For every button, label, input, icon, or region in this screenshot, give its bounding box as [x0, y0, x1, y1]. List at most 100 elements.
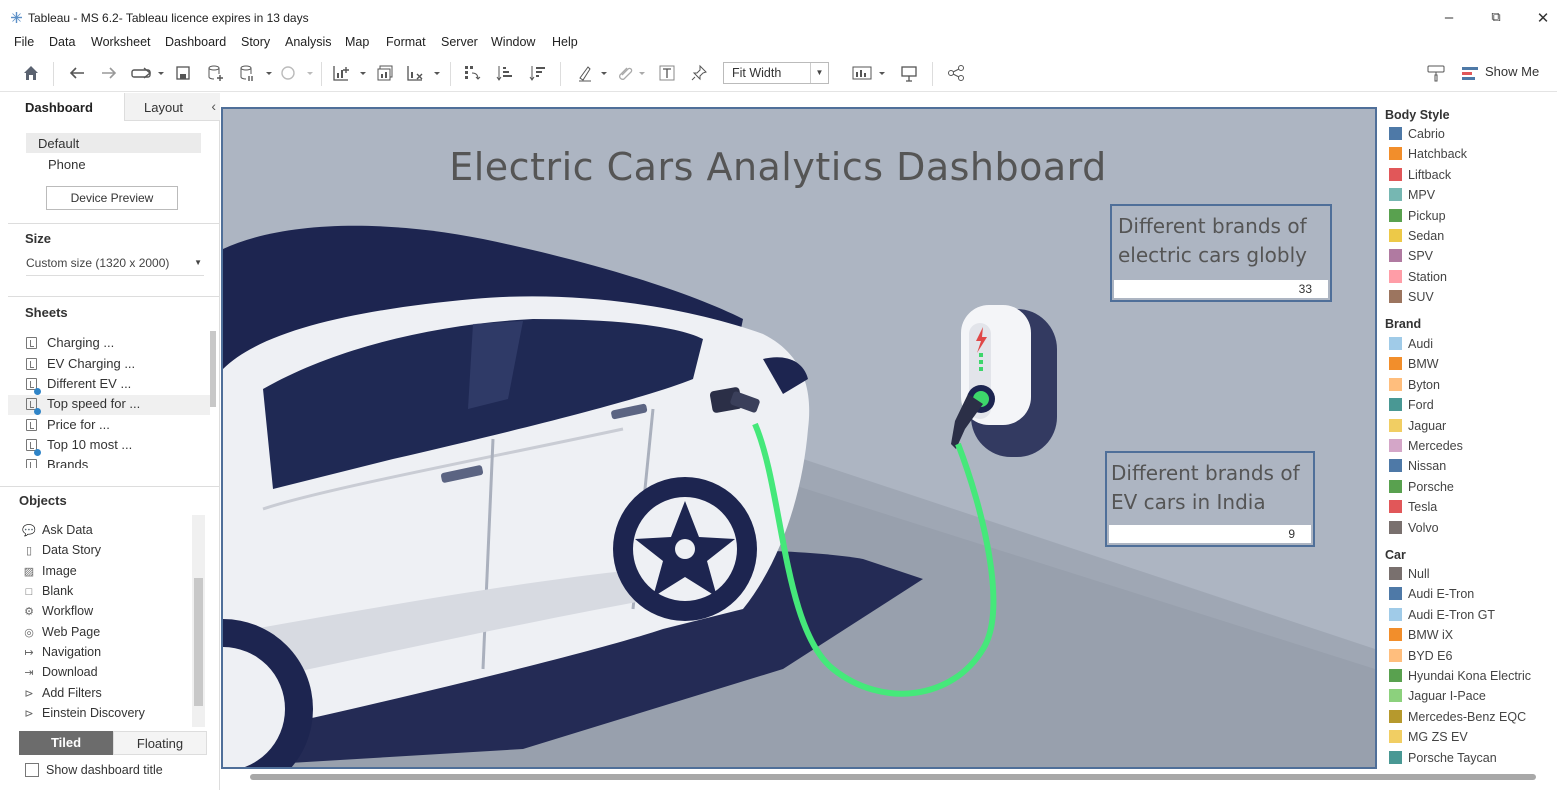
duplicate-sheet-icon[interactable] [374, 62, 396, 84]
menu-story[interactable]: Story [241, 35, 270, 49]
tab-layout[interactable]: Layout ‹ [124, 93, 220, 121]
legend-item[interactable]: Tesla [1389, 500, 1437, 518]
group-clip-icon[interactable] [614, 62, 646, 84]
legend-item[interactable]: Audi [1389, 337, 1433, 355]
sheet-item[interactable]: Charging ... [26, 335, 114, 353]
presentation-mode-icon[interactable] [898, 62, 920, 84]
swap-rows-columns-icon[interactable] [461, 62, 483, 84]
legend-item[interactable]: SUV [1389, 290, 1434, 308]
menu-worksheet[interactable]: Worksheet [91, 35, 151, 49]
show-me-icon[interactable] [1462, 65, 1478, 81]
object-image[interactable]: ▨ Image [22, 564, 77, 578]
device-phone[interactable]: Phone [48, 157, 86, 172]
legend-item[interactable]: Liftback [1389, 167, 1451, 186]
legend-item[interactable]: Audi E-Tron [1389, 587, 1474, 605]
objects-scrollbar[interactable] [194, 578, 203, 706]
legend-item[interactable]: BMW [1389, 357, 1439, 375]
legend-item[interactable]: Porsche Taycan [1389, 750, 1497, 769]
legend-item[interactable]: Jaguar [1389, 418, 1446, 437]
menu-map[interactable]: Map [345, 35, 369, 49]
menu-file[interactable]: File [14, 35, 34, 49]
object-add-filters[interactable]: ⊳ Add Filters [22, 686, 101, 700]
save-icon[interactable] [173, 62, 193, 84]
menu-analysis[interactable]: Analysis [285, 35, 332, 49]
sort-ascending-icon[interactable] [494, 62, 516, 84]
object-navigation[interactable]: ↦ Navigation [22, 645, 101, 659]
pause-datasource-icon[interactable] [237, 62, 273, 84]
sort-descending-icon[interactable] [527, 62, 549, 84]
sheet-item[interactable]: Brands [26, 457, 88, 468]
legend-item[interactable]: Nissan [1389, 459, 1446, 477]
home-icon[interactable] [20, 62, 42, 84]
new-datasource-icon[interactable] [204, 62, 226, 84]
collapse-chevron-icon[interactable]: ‹ [211, 98, 216, 114]
legend-item[interactable]: Cabrio [1389, 127, 1445, 145]
sheet-item[interactable]: Top speed for ... [26, 396, 140, 415]
legend-item[interactable]: Hyundai Kona Electric [1389, 669, 1531, 687]
legend-item[interactable]: MPV [1389, 188, 1435, 206]
label-text-icon[interactable] [657, 62, 677, 84]
size-dropdown-icon[interactable]: ▼ [194, 258, 202, 267]
menu-dashboard[interactable]: Dashboard [165, 35, 226, 49]
pin-icon[interactable] [688, 62, 710, 84]
kpi-global-brands[interactable]: Different brands of electric cars globly… [1110, 204, 1332, 302]
legend-item[interactable]: Station [1389, 269, 1447, 288]
chevron-down-icon[interactable]: ▼ [810, 63, 828, 83]
object-ask-data[interactable]: 💬 Ask Data [22, 523, 93, 537]
format-paint-icon[interactable] [1424, 62, 1448, 84]
device-preview-button[interactable]: Device Preview [46, 186, 178, 210]
object-data-story[interactable]: ▯ Data Story [22, 543, 101, 557]
legend-item[interactable]: BYD E6 [1389, 648, 1452, 667]
object-workflow[interactable]: ⚙ Workflow [22, 604, 93, 618]
legend-item[interactable]: Porsche [1389, 479, 1454, 498]
legend-item[interactable]: Jaguar I-Pace [1389, 689, 1486, 707]
clear-sheet-icon[interactable] [405, 62, 441, 84]
legend-item[interactable]: Audi E-Tron GT [1389, 607, 1495, 626]
highlight-pen-icon[interactable] [576, 62, 608, 84]
legend-item[interactable]: Byton [1389, 377, 1440, 396]
minimize-button[interactable]: – [1439, 9, 1459, 26]
horizontal-scrollbar[interactable] [250, 774, 1536, 780]
show-cards-icon[interactable] [850, 62, 890, 84]
new-worksheet-icon[interactable] [331, 62, 369, 84]
tiled-button[interactable]: Tiled [19, 731, 113, 755]
show-title-checkbox[interactable] [25, 763, 39, 777]
tab-dashboard[interactable]: Dashboard [8, 93, 124, 121]
size-select[interactable]: Custom size (1320 x 2000) ▼ [26, 256, 204, 276]
legend-item[interactable]: MG ZS EV [1389, 730, 1468, 748]
legend-item[interactable]: Ford [1389, 398, 1434, 416]
show-me-button[interactable]: Show Me [1485, 64, 1539, 79]
legend-item[interactable]: Sedan [1389, 229, 1444, 247]
redirect-icon[interactable] [128, 62, 166, 84]
legend-item[interactable]: Null [1389, 567, 1430, 585]
menu-help[interactable]: Help [552, 35, 578, 49]
sheet-item[interactable]: Different EV ... [26, 376, 131, 395]
legend-item[interactable]: Hatchback [1389, 147, 1467, 165]
menu-format[interactable]: Format [386, 35, 426, 49]
refresh-icon[interactable] [278, 62, 314, 84]
maximize-button[interactable]: ⧉ [1486, 9, 1506, 25]
sheets-scrollbar[interactable] [210, 331, 216, 407]
legend-item[interactable]: Volvo [1389, 520, 1439, 539]
share-icon[interactable] [945, 62, 967, 84]
back-arrow-icon[interactable] [66, 62, 88, 84]
forward-arrow-icon[interactable] [98, 62, 120, 84]
object-einstein-discovery[interactable]: ⊳ Einstein Discovery [22, 706, 144, 720]
fit-width-select[interactable]: Fit Width ▼ [723, 62, 829, 84]
legend-item[interactable]: BMW iX [1389, 628, 1453, 646]
menu-server[interactable]: Server [441, 35, 478, 49]
object-web-page[interactable]: ◎ Web Page [22, 625, 100, 639]
floating-button[interactable]: Floating [113, 731, 207, 755]
menu-window[interactable]: Window [491, 35, 535, 49]
close-button[interactable]: ✕ [1533, 9, 1553, 27]
sheet-item[interactable]: Top 10 most ... [26, 437, 132, 456]
sheet-item[interactable]: EV Charging ... [26, 356, 135, 374]
legend-item[interactable]: Pickup [1389, 208, 1446, 227]
device-default[interactable]: Default [38, 136, 79, 151]
legend-item[interactable]: Mercedes-Benz EQC [1389, 709, 1526, 728]
kpi-india-brands[interactable]: Different brands of EV cars in India 9 [1105, 451, 1315, 547]
menu-data[interactable]: Data [49, 35, 75, 49]
object-download[interactable]: ⇥ Download [22, 665, 97, 679]
object-blank[interactable]: □ Blank [22, 584, 74, 598]
legend-item[interactable]: Mercedes [1389, 439, 1463, 457]
